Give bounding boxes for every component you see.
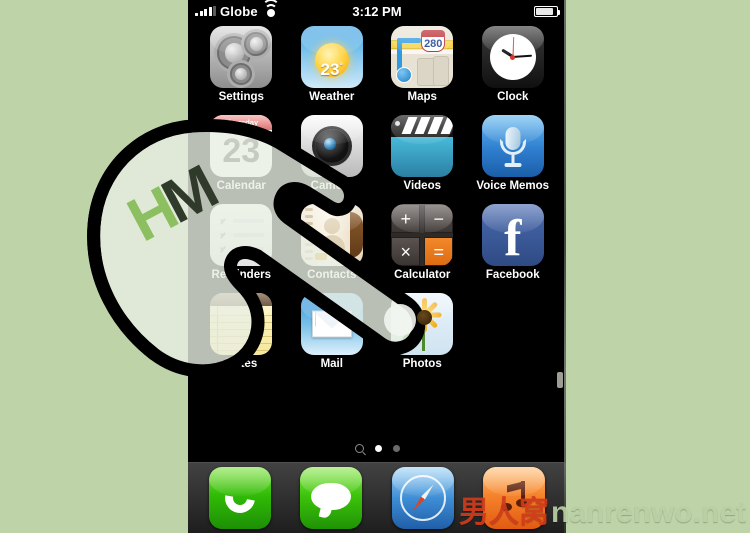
facebook-icon: f: [481, 204, 544, 266]
app-icon-mail[interactable]: Mail: [287, 293, 378, 370]
app-label: Calculator: [394, 269, 451, 281]
calc-key-equals: =: [424, 237, 454, 266]
highway-shield-icon: 280: [421, 30, 446, 52]
dock-app-ipod[interactable]: [483, 467, 546, 529]
app-icon-settings[interactable]: Settings: [196, 26, 287, 103]
weather-icon: 23°: [300, 26, 363, 88]
maps-icon: 280: [391, 26, 454, 88]
music-note-icon: [501, 481, 528, 511]
calc-key-multiply: ×: [391, 237, 421, 266]
app-label: Reminders: [211, 269, 271, 281]
contacts-icon: [300, 204, 363, 266]
location-pin-icon: [396, 67, 413, 83]
app-label: Mail: [320, 358, 343, 370]
app-icon-weather[interactable]: 23° Weather: [287, 26, 378, 103]
app-label: Facebook: [485, 269, 540, 281]
app-label: Camera: [310, 180, 353, 192]
calendar-day-number: 23: [222, 132, 261, 170]
degree-symbol: °: [339, 60, 344, 71]
status-bar: Globe 3:12 PM: [188, 0, 566, 22]
app-icon-reminders[interactable]: Reminders: [196, 204, 287, 281]
app-icon-photos[interactable]: Photos: [377, 293, 468, 370]
app-icon-calendar[interactable]: Thursday 23 Calendar: [196, 115, 287, 192]
settings-icon: [210, 26, 273, 88]
search-icon[interactable]: [354, 444, 364, 453]
app-label: Videos: [403, 180, 442, 192]
device-side-button[interactable]: [557, 372, 563, 388]
phone-handset-icon: [218, 477, 261, 519]
page-dot-1[interactable]: [374, 445, 382, 452]
app-icon-voice-memos[interactable]: Voice Memos: [468, 115, 559, 192]
app-icon-camera[interactable]: Camera: [287, 115, 378, 192]
watermark-domain-text: nanrenwo.net: [550, 496, 746, 529]
dock-app-safari[interactable]: [391, 467, 454, 529]
watermark-letter-h: H: [117, 173, 190, 256]
app-label: Settings: [218, 91, 264, 103]
calendar-icon: Thursday 23: [210, 115, 273, 177]
videos-icon: [391, 115, 454, 177]
app-label: Voice Memos: [476, 180, 550, 192]
calendar-weekday: Thursday: [210, 115, 273, 130]
app-label: Weather: [309, 91, 355, 103]
app-icon-calculator[interactable]: + − × = Calculator: [377, 204, 468, 281]
photos-icon: [391, 293, 454, 355]
dock-app-phone[interactable]: [208, 467, 271, 529]
weather-temperature: 23: [320, 60, 340, 79]
app-icon-notes[interactable]: Notes: [196, 293, 287, 370]
app-icon-clock[interactable]: Clock: [468, 26, 559, 103]
app-icon-maps[interactable]: 280 Maps: [377, 26, 468, 103]
app-label: Maps: [407, 91, 437, 103]
app-label: Photos: [402, 358, 442, 370]
app-label: Notes: [225, 358, 258, 370]
voice-memos-icon: [481, 115, 544, 177]
camera-icon: [300, 115, 363, 177]
route-number: 280: [424, 38, 443, 50]
calc-key-plus: +: [391, 204, 421, 233]
speech-bubble-icon: [311, 483, 352, 510]
facebook-f-glyph: f: [504, 210, 522, 266]
reminders-icon: [210, 204, 273, 266]
page-indicator: [188, 444, 566, 453]
app-label: Contacts: [307, 269, 357, 281]
dock-app-messages[interactable]: [300, 467, 363, 529]
screenshot-root: Globe 3:12 PM Settings 23° Weather 280 M…: [0, 0, 750, 533]
notes-icon: [210, 293, 273, 355]
battery-icon: [534, 5, 560, 17]
app-icon-facebook[interactable]: f Facebook: [468, 204, 559, 281]
app-icon-videos[interactable]: Videos: [377, 115, 468, 192]
clock-time-label: 3:12 PM: [352, 3, 402, 19]
page-dot-2[interactable]: [392, 445, 400, 452]
calculator-icon: + − × =: [391, 204, 454, 266]
calc-key-minus: −: [424, 204, 454, 233]
dock: [188, 462, 566, 533]
clock-icon: [481, 26, 544, 88]
iphone-device: Globe 3:12 PM Settings 23° Weather 280 M…: [188, 0, 566, 533]
app-icon-contacts[interactable]: Contacts: [287, 204, 378, 281]
mail-icon: [300, 293, 363, 355]
app-label: Clock: [497, 91, 529, 103]
home-screen-grid: Settings 23° Weather 280 Maps Clock Thur…: [188, 26, 566, 370]
app-label: Calendar: [216, 180, 266, 192]
